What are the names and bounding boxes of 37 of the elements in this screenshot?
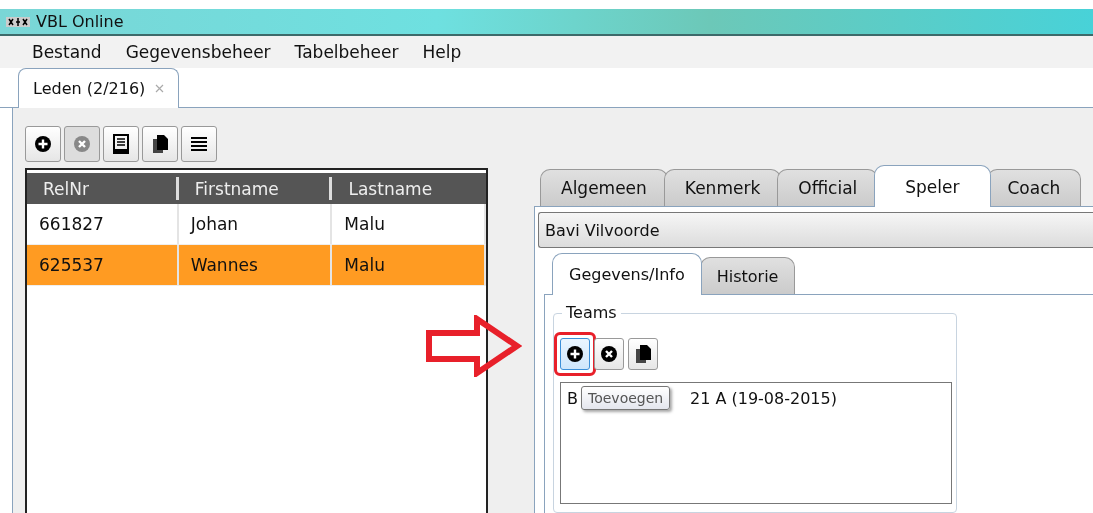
add-icon xyxy=(566,345,584,363)
toolbar-button[interactable] xyxy=(25,126,61,162)
menu-item[interactable]: Tabelbeheer xyxy=(282,42,411,63)
tab[interactable]: Gegevens/Info xyxy=(552,253,702,295)
tooltip: Toevoegen xyxy=(581,386,671,410)
arrow-icon xyxy=(426,315,522,377)
table-cell: 625537 xyxy=(27,245,179,285)
toolbar-button[interactable] xyxy=(628,338,658,370)
column-header[interactable]: RelNr xyxy=(27,177,179,200)
tab[interactable]: Speler xyxy=(874,165,991,207)
list-item-text[interactable]: 21 A (19-08-2015) xyxy=(690,389,837,408)
toolbar-button[interactable] xyxy=(142,126,178,162)
copy-icon xyxy=(151,134,169,154)
menu-item[interactable]: Bestand xyxy=(20,42,114,63)
toolbar-button[interactable] xyxy=(594,338,624,370)
remove-icon xyxy=(600,345,618,363)
menu-item[interactable]: Gegevensbeheer xyxy=(113,42,283,63)
table-cell: Malu xyxy=(332,245,486,285)
window-title: VBL Online xyxy=(36,12,124,32)
tab[interactable]: Historie xyxy=(699,257,796,294)
table-row[interactable]: 625537 Wannes Malu xyxy=(27,245,486,286)
column-header[interactable]: Lastname xyxy=(332,177,486,200)
toolbar-button[interactable] xyxy=(103,126,139,162)
list-item-text[interactable]: B xyxy=(567,389,578,408)
add-icon xyxy=(34,135,52,153)
column-header[interactable]: Firstname xyxy=(178,177,333,200)
menu-item[interactable]: Help xyxy=(410,42,474,63)
copy-icon xyxy=(634,344,652,364)
table-cell: Wannes xyxy=(178,245,333,285)
document-tab[interactable]: Leden (2/216) xyxy=(18,68,180,108)
club-dropdown[interactable]: Bavi Vilvoorde xyxy=(538,212,1093,248)
toolbar-button[interactable] xyxy=(560,338,590,370)
toolbar-button[interactable] xyxy=(181,126,217,162)
list-icon xyxy=(190,135,208,153)
remove-icon xyxy=(73,135,91,153)
app-icon xyxy=(6,14,30,29)
form-icon xyxy=(112,134,130,154)
